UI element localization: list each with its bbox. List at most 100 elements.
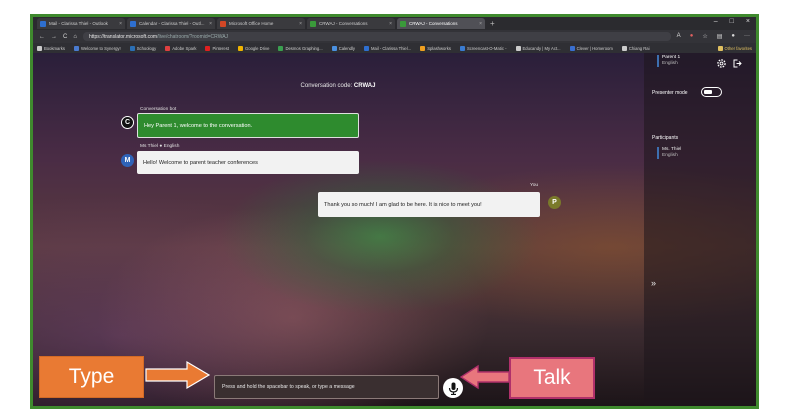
message-bubble: Hello! Welcome to parent teacher confere… bbox=[137, 151, 359, 174]
participants-title: Participants bbox=[652, 135, 679, 141]
bookmark-item[interactable]: Schoology bbox=[129, 45, 157, 51]
type-callout: Type bbox=[39, 356, 144, 398]
translate-icon[interactable]: A bbox=[677, 33, 681, 40]
close-window-button[interactable]: × bbox=[746, 18, 750, 25]
browser-tab[interactable]: Microsoft Office Home × bbox=[217, 18, 305, 29]
favorites-icon[interactable]: ☆ bbox=[702, 33, 707, 40]
message-sender: You bbox=[530, 183, 539, 188]
own-message-bubble: Thank you so much! I am glad to be here.… bbox=[318, 192, 540, 217]
bookmark-label: Chiang Rai bbox=[628, 45, 650, 51]
maximize-button[interactable]: □ bbox=[730, 18, 734, 25]
translator-icon bbox=[310, 20, 316, 27]
bookmark-label: Google Drive bbox=[245, 45, 270, 51]
browser-tab-bar: Mail - Clarissa Thiel - Outlook × Calend… bbox=[33, 17, 756, 30]
tab-label: CRWAJ - Conversations bbox=[319, 21, 368, 26]
bookmark-item[interactable]: Mail - Clarissa Thiel... bbox=[364, 45, 412, 51]
bookmark-icon bbox=[129, 45, 135, 51]
reload-button[interactable]: C bbox=[63, 34, 67, 40]
bookmark-label: Educandy | My Act... bbox=[522, 45, 561, 51]
talk-callout: Talk bbox=[509, 357, 595, 399]
bookmark-item[interactable]: Calendly bbox=[331, 45, 355, 51]
office-icon bbox=[220, 20, 226, 27]
bookmark-item[interactable]: Chiang Rai bbox=[621, 45, 650, 51]
bookmark-item[interactable]: Desmos Graphing... bbox=[278, 45, 323, 51]
participant-item[interactable]: Ms. Thiel English bbox=[657, 147, 681, 159]
bookmark-label: Clever | Homeroom bbox=[576, 45, 613, 51]
bookmark-item[interactable]: Pinterest bbox=[205, 45, 229, 51]
toolbar-icons: A ● ☆ ▤ ● ··· bbox=[677, 33, 750, 40]
browser-tab-active[interactable]: CRWAJ - Conversations × bbox=[397, 18, 485, 29]
screenshot-frame: Mail - Clarissa Thiel - Outlook × Calend… bbox=[30, 14, 759, 409]
close-icon[interactable]: × bbox=[119, 21, 122, 27]
bookmark-icon bbox=[420, 45, 426, 51]
new-tab-button[interactable]: + bbox=[490, 19, 495, 28]
collections-icon[interactable]: ▤ bbox=[717, 33, 723, 40]
close-icon[interactable]: × bbox=[209, 21, 212, 27]
window-controls: – □ × bbox=[714, 18, 750, 25]
calendar-icon bbox=[130, 20, 136, 27]
bookmark-icon bbox=[515, 45, 521, 51]
microphone-icon bbox=[448, 382, 458, 395]
close-icon[interactable]: × bbox=[479, 21, 482, 27]
bookmark-label: Calendly bbox=[338, 45, 355, 51]
home-button[interactable]: ⌂ bbox=[73, 34, 77, 40]
bookmark-label: Mail - Clarissa Thiel... bbox=[371, 45, 412, 51]
participant-language: English bbox=[662, 153, 678, 158]
tab-label: Mail - Clarissa Thiel - Outlook bbox=[49, 21, 108, 26]
bookmark-icon bbox=[238, 45, 243, 51]
bookmark-item[interactable]: Screencast-O-Matic - bbox=[459, 45, 507, 51]
close-icon[interactable]: × bbox=[299, 21, 302, 27]
bookmark-icon bbox=[73, 45, 79, 51]
avatar: M bbox=[121, 154, 134, 167]
right-arrow-icon bbox=[145, 360, 211, 390]
minimize-button[interactable]: – bbox=[714, 18, 718, 25]
browser-tab[interactable]: CRWAJ - Conversations × bbox=[307, 18, 395, 29]
tab-label: Calendar - Clarissa Thiel - Outl... bbox=[139, 21, 205, 26]
bookmark-icon bbox=[205, 45, 211, 51]
leave-conversation-icon[interactable] bbox=[732, 58, 742, 69]
bookmark-item[interactable]: Adobe Spark bbox=[165, 45, 196, 51]
browser-tab[interactable]: Calendar - Clarissa Thiel - Outl... × bbox=[127, 18, 215, 29]
bookmark-icon bbox=[621, 45, 627, 51]
bookmark-item[interactable]: Google Drive bbox=[238, 45, 270, 51]
bookmark-item[interactable]: Clever | Homeroom bbox=[569, 45, 613, 51]
avatar: C bbox=[121, 116, 134, 129]
bookmark-item[interactable]: Educandy | My Act... bbox=[515, 45, 561, 51]
message-input[interactable]: Press and hold the spacebar to speak, or… bbox=[214, 375, 439, 399]
bookmarks-bar: Bookmarks Welcome to Synergy! Schoology … bbox=[33, 43, 756, 53]
bookmark-item[interactable]: Welcome to Synergy! bbox=[73, 45, 121, 51]
bookmark-label: Bookmarks bbox=[44, 45, 65, 51]
more-icon[interactable]: ··· bbox=[744, 33, 750, 40]
avatar: P bbox=[548, 196, 561, 209]
sender-name: Ms Thiel bbox=[140, 144, 159, 149]
back-button[interactable]: ← bbox=[39, 34, 45, 40]
address-bar: ← → C ⌂ https://translator.microsoft.com… bbox=[33, 30, 756, 43]
dot-separator: ● bbox=[159, 144, 163, 149]
bookmark-icon bbox=[364, 45, 369, 51]
browser-tab[interactable]: Mail - Clarissa Thiel - Outlook × bbox=[37, 18, 125, 29]
left-arrow-icon bbox=[460, 364, 510, 390]
bookmark-label: Schoology bbox=[136, 45, 157, 51]
bookmark-item[interactable]: Splashworks bbox=[420, 45, 451, 51]
bookmark-label: Splashworks bbox=[427, 45, 451, 51]
gear-icon[interactable] bbox=[716, 58, 727, 69]
forward-button[interactable]: → bbox=[51, 34, 57, 40]
close-icon[interactable]: × bbox=[389, 21, 392, 27]
conversation-code-value: CRWAJ bbox=[353, 83, 376, 89]
profile-icon[interactable]: ● bbox=[731, 33, 735, 40]
extension-icon[interactable]: ● bbox=[690, 33, 694, 40]
bookmark-icon bbox=[459, 45, 465, 51]
tab-label: Microsoft Office Home bbox=[229, 21, 274, 26]
sender-language: English bbox=[163, 144, 180, 149]
presenter-mode-toggle[interactable] bbox=[701, 87, 722, 97]
presenter-mode-label: Presenter mode bbox=[652, 90, 688, 96]
expand-panel-button[interactable]: » bbox=[651, 278, 656, 288]
bookmark-item[interactable]: Bookmarks bbox=[37, 45, 65, 51]
bookmark-icon bbox=[278, 45, 284, 51]
url-host: https://translator.microsoft.com bbox=[88, 33, 158, 40]
bookmark-label: Desmos Graphing... bbox=[285, 45, 323, 51]
translator-app: Conversation code: CRWAJ Conversation bo… bbox=[33, 53, 756, 406]
url-input[interactable]: https://translator.microsoft.com/live/ch… bbox=[82, 32, 671, 41]
other-favorites-folder[interactable]: Other favorites bbox=[717, 45, 752, 51]
bookmark-icon bbox=[165, 45, 171, 51]
